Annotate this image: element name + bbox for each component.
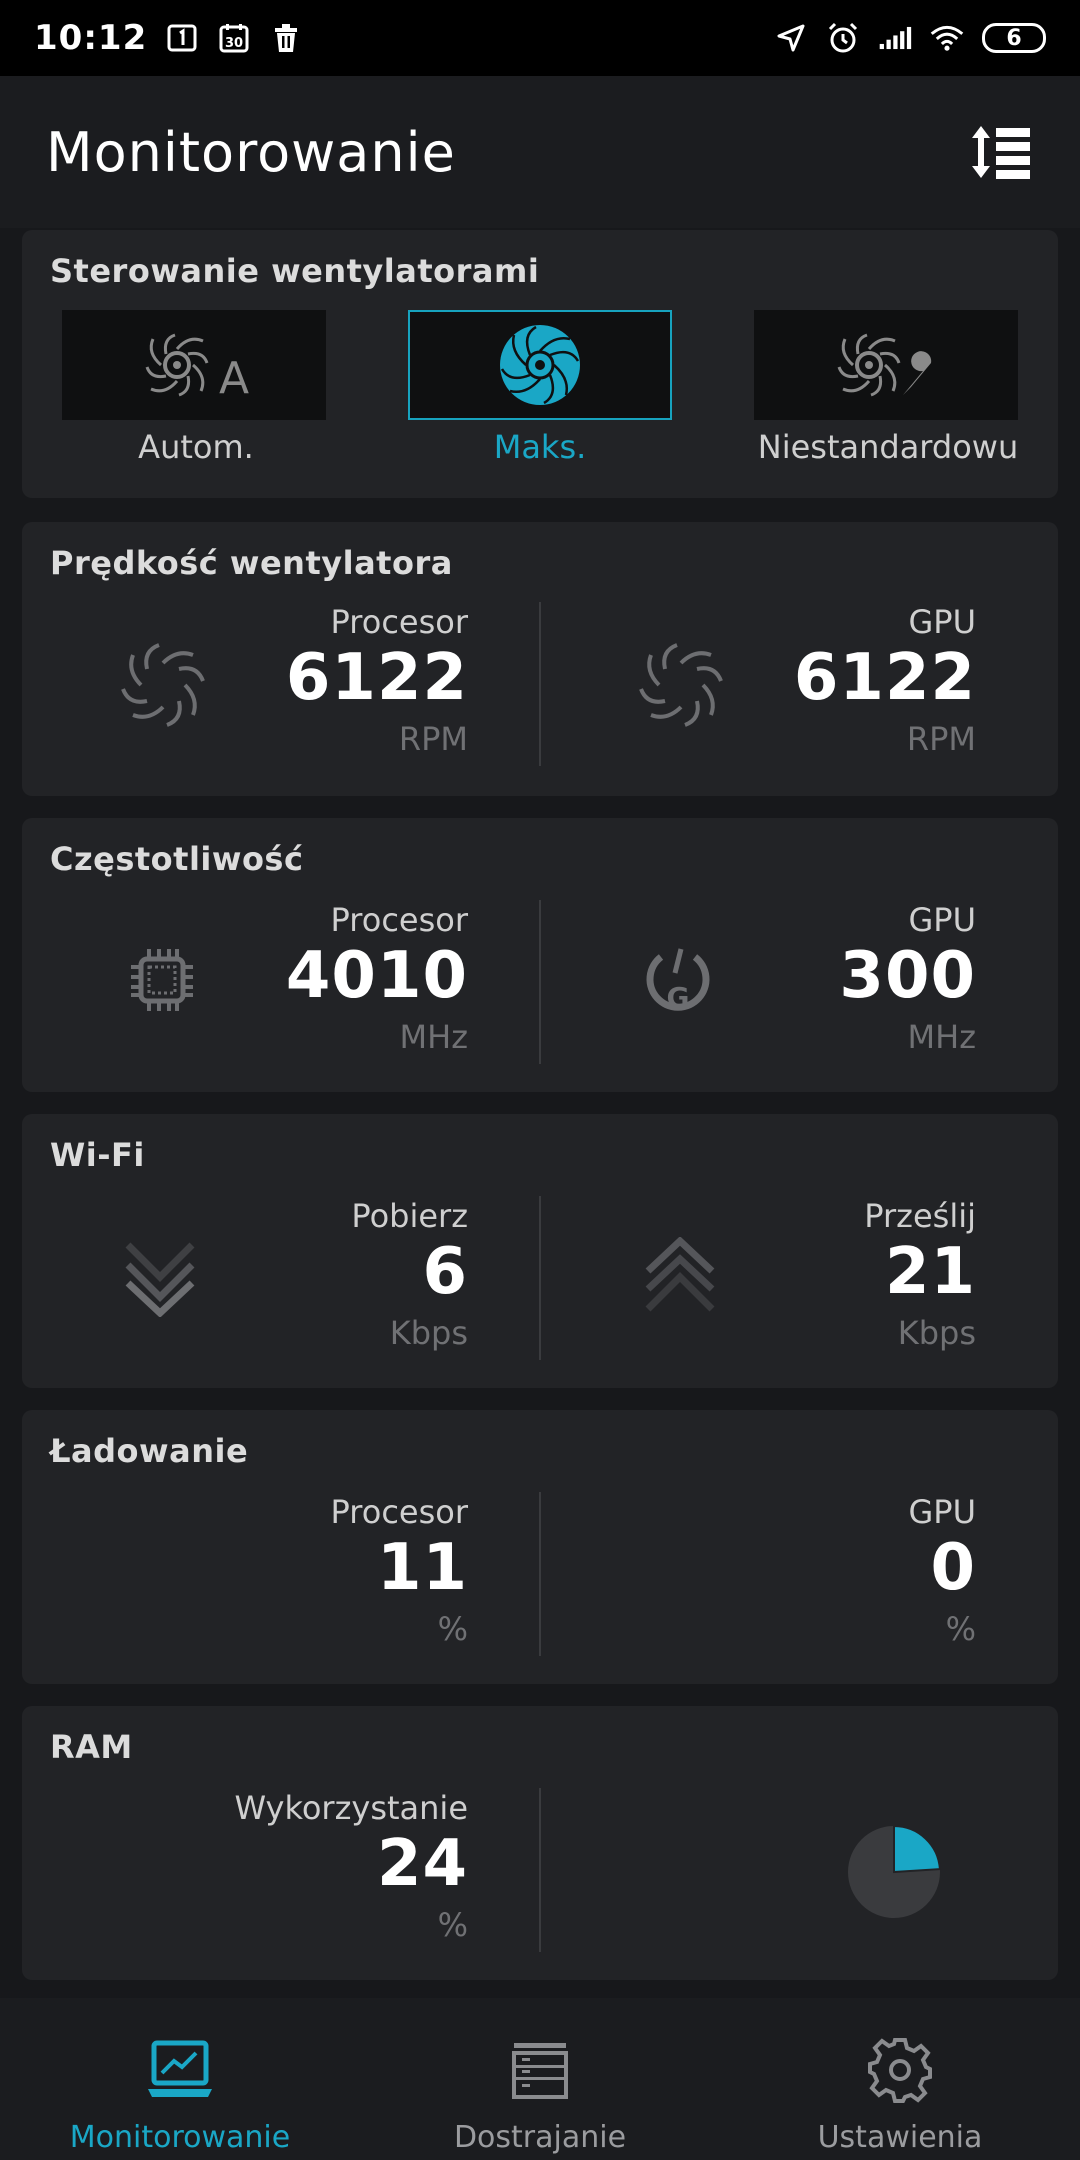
alarm-icon: [826, 21, 860, 55]
fan-control-card: Sterowanie wentylatorami A Autom. Maks. …: [22, 230, 1058, 498]
download-value: 6: [422, 1235, 468, 1309]
notification-1-icon: [165, 21, 199, 55]
fan-mode-custom-label: Niestandardowu: [757, 428, 1019, 466]
cpu-load-label: Procesor: [330, 1493, 468, 1531]
upload-metric: Prześlij 21 Kbps: [864, 1196, 976, 1358]
cpu-fan-icon: [118, 640, 208, 730]
fan-speed-title: Prędkość wentylatora: [50, 544, 453, 582]
nav-dostrajanie[interactable]: Dostrajanie: [360, 1998, 720, 2160]
fan-speed-card: Prędkość wentylatora Procesor 6122 RPM G…: [22, 522, 1058, 796]
wifi-icon: [930, 21, 964, 55]
calendar-30-icon: 30: [217, 21, 251, 55]
monitor-chart-icon: [140, 2030, 220, 2110]
upload-label: Prześlij: [864, 1197, 976, 1235]
cpu-load-metric: Procesor 11 %: [331, 1492, 468, 1654]
nav-monitorowanie-label: Monitorowanie: [69, 2120, 291, 2155]
gpu-frequency-metric: GPU 300 MHz: [839, 900, 976, 1062]
divider: [539, 602, 541, 766]
ram-card: RAM Wykorzystanie 24 %: [22, 1706, 1058, 1980]
wifi-title: Wi-Fi: [50, 1136, 145, 1174]
bottom-navigation: Monitorowanie Dostrajanie Ustawienia: [0, 1998, 1080, 2160]
signal-icon: [878, 21, 912, 55]
nav-ustawienia-label: Ustawienia: [817, 2120, 983, 2155]
gpu-fan-icon: [636, 640, 726, 730]
svg-text:G: G: [667, 981, 690, 1014]
ram-usage-unit: %: [437, 1906, 468, 1944]
wifi-card: Wi-Fi Pobierz 6 Kbps Prześlij 21 Kbps: [22, 1114, 1058, 1388]
gpu-fan-value: 6122: [793, 641, 976, 715]
nav-dostrajanie-label: Dostrajanie: [453, 2120, 627, 2155]
cpu-frequency-unit: MHz: [399, 1018, 468, 1056]
cpu-fan-value: 6122: [285, 641, 468, 715]
gpu-load-unit: %: [945, 1610, 976, 1648]
gear-icon: [860, 2030, 940, 2110]
svg-text:30: 30: [225, 36, 243, 51]
fan-auto-icon: A: [145, 333, 249, 404]
ram-usage-pie: [844, 1822, 944, 1922]
fan-custom-icon: [837, 333, 932, 397]
status-time: 10:12: [34, 18, 148, 58]
load-title: Ładowanie: [50, 1432, 249, 1470]
cpu-frequency-metric: Procesor 4010 MHz: [286, 900, 468, 1062]
sort-button[interactable]: [968, 119, 1034, 185]
cpu-fan-label: Procesor: [330, 603, 468, 641]
page-title: Monitorowanie: [46, 120, 456, 184]
cpu-load-value: 11: [376, 1531, 468, 1605]
download-unit: Kbps: [389, 1314, 468, 1352]
gpu-fan-unit: RPM: [906, 720, 976, 758]
gpu-load-value: 0: [930, 1531, 976, 1605]
nav-ustawienia[interactable]: Ustawienia: [720, 1998, 1080, 2160]
gpu-frequency-value: 300: [839, 939, 976, 1013]
fan-max-icon: [500, 325, 580, 405]
trash-icon: [269, 21, 303, 55]
gpu-frequency-label: GPU: [908, 901, 976, 939]
app-bar: Monitorowanie: [0, 76, 1080, 228]
cpu-frequency-value: 4010: [285, 939, 468, 1013]
status-right: 6: [774, 21, 1046, 55]
tuning-list-icon: [500, 2030, 580, 2110]
load-card: Ładowanie Procesor 11 % GPU 0 %: [22, 1410, 1058, 1684]
gpu-fan-metric: GPU 6122 RPM: [794, 602, 976, 764]
fan-mode-auto-label: Autom.: [138, 428, 254, 466]
fan-mode-max-button[interactable]: [408, 310, 672, 420]
battery-icon: 6: [982, 23, 1046, 53]
nav-monitorowanie[interactable]: Monitorowanie: [0, 1998, 360, 2160]
divider: [539, 1196, 541, 1360]
gpu-gauge-icon: G: [638, 940, 718, 1020]
ram-title: RAM: [50, 1728, 133, 1766]
svg-text:A: A: [219, 353, 249, 404]
gpu-fan-label: GPU: [908, 603, 976, 641]
upload-arrow-icon: [640, 1232, 720, 1322]
cpu-fan-metric: Procesor 6122 RPM: [286, 602, 468, 764]
gpu-load-metric: GPU 0 %: [908, 1492, 976, 1654]
ram-usage-metric: Wykorzystanie 24 %: [234, 1788, 468, 1950]
upload-unit: Kbps: [897, 1314, 976, 1352]
cpu-load-unit: %: [437, 1610, 468, 1648]
frequency-card: Częstotliwość Procesor 4010 MHz G GPU 30…: [22, 818, 1058, 1092]
download-metric: Pobierz 6 Kbps: [351, 1196, 468, 1358]
gpu-load-label: GPU: [908, 1493, 976, 1531]
divider: [539, 1788, 541, 1952]
sort-icon: [972, 126, 1030, 179]
gpu-frequency-unit: MHz: [907, 1018, 976, 1056]
ram-usage-label: Wykorzystanie: [234, 1789, 468, 1827]
download-arrow-icon: [120, 1232, 200, 1322]
divider: [539, 900, 541, 1064]
fan-mode-auto-button[interactable]: A: [62, 310, 326, 420]
upload-value: 21: [884, 1235, 976, 1309]
fan-mode-max-label: Maks.: [493, 428, 587, 466]
location-icon: [774, 21, 808, 55]
ram-pie-slice: [893, 1824, 941, 1874]
fan-control-title: Sterowanie wentylatorami: [50, 252, 540, 290]
status-bar: 10:12 30 6: [0, 0, 1080, 76]
status-left: 10:12 30: [34, 18, 303, 58]
cpu-fan-unit: RPM: [398, 720, 468, 758]
frequency-title: Częstotliwość: [50, 840, 304, 878]
divider: [539, 1492, 541, 1656]
cpu-chip-icon: [122, 940, 202, 1020]
fan-mode-custom-button[interactable]: [754, 310, 1018, 420]
ram-usage-value: 24: [376, 1827, 468, 1901]
cpu-frequency-label: Procesor: [330, 901, 468, 939]
download-label: Pobierz: [351, 1197, 468, 1235]
